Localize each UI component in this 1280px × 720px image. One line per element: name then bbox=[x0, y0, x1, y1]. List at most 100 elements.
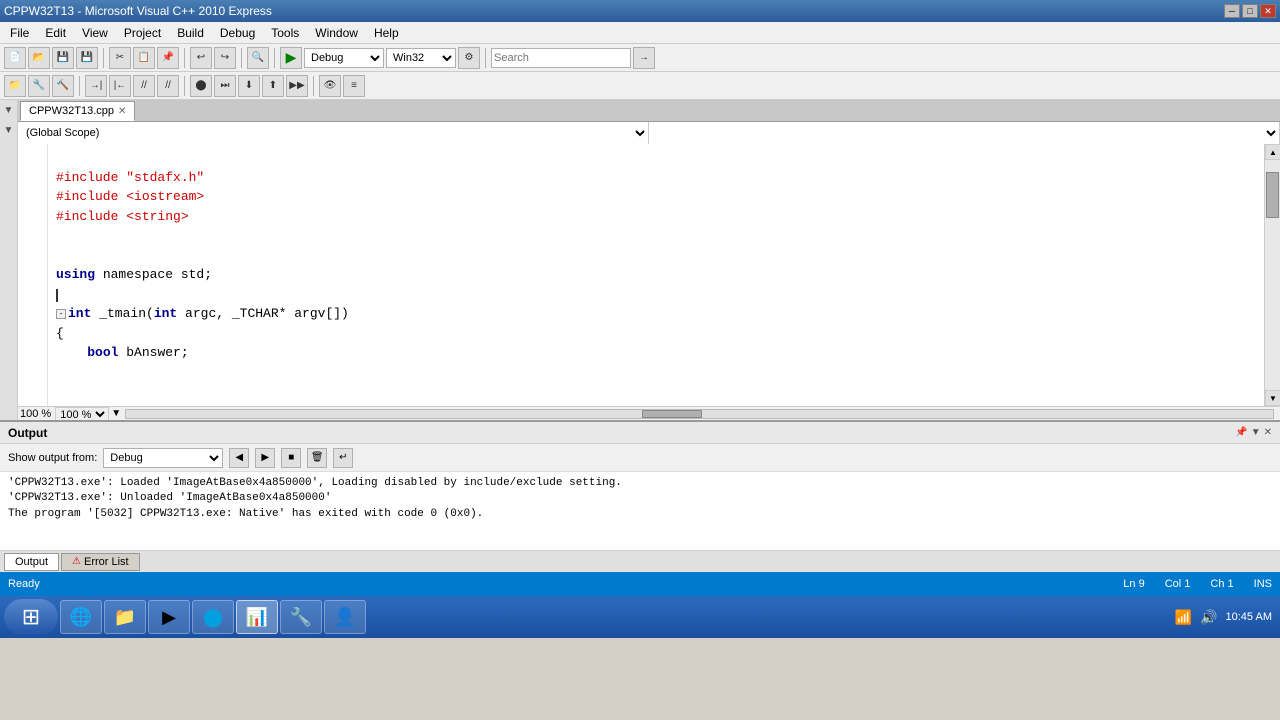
output-line-2: 'CPPW32T13.exe': Unloaded 'ImageAtBase0x… bbox=[8, 491, 1272, 506]
menu-build[interactable]: Build bbox=[169, 24, 212, 42]
collapse-button[interactable]: - bbox=[56, 309, 66, 319]
platform-select[interactable]: Win32 bbox=[386, 48, 456, 68]
editor-tab-main[interactable]: CPPW32T13.cpp ✕ bbox=[20, 101, 135, 121]
copy-button[interactable]: 📋 bbox=[133, 47, 155, 69]
taskbar-hp[interactable]: ⬤ bbox=[192, 600, 234, 634]
zoom-dropdown[interactable]: ▼ bbox=[111, 408, 121, 419]
output-clear-button[interactable]: 🗑 bbox=[307, 448, 327, 468]
powerpoint-icon: 📊 bbox=[245, 605, 269, 629]
taskbar-task2[interactable]: 🔧 bbox=[280, 600, 322, 634]
output-dropdown-button[interactable]: ▼ bbox=[1251, 427, 1261, 438]
class-view-icon[interactable]: ▼ bbox=[1, 122, 17, 138]
minimize-button[interactable]: ─ bbox=[1224, 4, 1240, 18]
output-next-button[interactable]: ▶ bbox=[255, 448, 275, 468]
output-stop-button[interactable]: ■ bbox=[281, 448, 301, 468]
redo-button[interactable]: ↪ bbox=[214, 47, 236, 69]
save-all-button[interactable]: 💾 bbox=[76, 47, 98, 69]
outdent-button[interactable]: |← bbox=[109, 75, 131, 97]
status-ln: Ln 9 bbox=[1123, 578, 1144, 590]
start-debug-button[interactable]: ▶ bbox=[280, 47, 302, 69]
output-wordwrap-button[interactable]: ↵ bbox=[333, 448, 353, 468]
taskbar-powerpoint[interactable]: 📊 bbox=[236, 600, 278, 634]
task2-icon: 🔧 bbox=[289, 605, 313, 629]
properties-button[interactable]: 🔧 bbox=[28, 75, 50, 97]
taskbar-explorer[interactable]: 📁 bbox=[104, 600, 146, 634]
save-button[interactable]: 💾 bbox=[52, 47, 74, 69]
scope-left-select[interactable]: (Global Scope) bbox=[18, 122, 649, 144]
hscroll-thumb[interactable] bbox=[642, 410, 702, 418]
undo-button[interactable]: ↩ bbox=[190, 47, 212, 69]
hscroll-track[interactable] bbox=[125, 409, 1274, 419]
status-bar: Ready Ln 9 Col 1 Ch 1 INS bbox=[0, 572, 1280, 596]
zoom-select[interactable]: 100 % bbox=[55, 407, 109, 421]
search-execute-button[interactable]: → bbox=[633, 47, 655, 69]
bottom-tab-errors[interactable]: ⚠ Error List bbox=[61, 553, 140, 571]
scope-bar: (Global Scope) bbox=[18, 122, 1280, 144]
output-close-button[interactable]: ✕ bbox=[1264, 427, 1272, 438]
line-num-9 bbox=[20, 304, 45, 324]
taskbar: ⊞ 🌐 📁 ▶ ⬤ 📊 🔧 👤 📶 🔊 10:45 AM bbox=[0, 596, 1280, 638]
line-num-4 bbox=[20, 207, 45, 227]
paste-button[interactable]: 📌 bbox=[157, 47, 179, 69]
step-out-button[interactable]: ⬆ bbox=[262, 75, 284, 97]
new-file-button[interactable]: 📄 bbox=[4, 47, 26, 69]
format-button[interactable]: ≡ bbox=[343, 75, 365, 97]
media-player-icon: ▶ bbox=[157, 605, 181, 629]
taskbar-mediaplayer[interactable]: ▶ bbox=[148, 600, 190, 634]
watch-button[interactable]: 👁 bbox=[319, 75, 341, 97]
menu-edit[interactable]: Edit bbox=[37, 24, 74, 42]
toolbox-button[interactable]: 🔨 bbox=[52, 75, 74, 97]
solution-explorer-button[interactable]: 📁 bbox=[4, 75, 26, 97]
scope-right-select[interactable] bbox=[649, 122, 1280, 144]
device-button[interactable]: ⚙ bbox=[458, 47, 480, 69]
menu-view[interactable]: View bbox=[74, 24, 116, 42]
taskbar-ie[interactable]: 🌐 bbox=[60, 600, 102, 634]
scroll-up-button[interactable]: ▲ bbox=[1265, 144, 1280, 160]
line-num-11 bbox=[20, 343, 45, 363]
menu-debug[interactable]: Debug bbox=[212, 24, 263, 42]
start-button[interactable]: ⊞ bbox=[4, 599, 58, 635]
find-button[interactable]: 🔍 bbox=[247, 47, 269, 69]
menu-window[interactable]: Window bbox=[307, 24, 366, 42]
cut-button[interactable]: ✂ bbox=[109, 47, 131, 69]
network-icon[interactable]: 📶 bbox=[1175, 609, 1192, 626]
vscroll-track[interactable] bbox=[1265, 160, 1280, 390]
output-controls: Show output from: Debug ◀ ▶ ■ 🗑 ↵ bbox=[0, 444, 1280, 472]
explorer-icon: 📁 bbox=[113, 605, 137, 629]
status-ch: Ch 1 bbox=[1210, 578, 1233, 590]
open-file-button[interactable]: 📂 bbox=[28, 47, 50, 69]
indent-button[interactable]: →| bbox=[85, 75, 107, 97]
output-pin-button[interactable]: 📌 bbox=[1235, 427, 1247, 438]
step-into-button[interactable]: ⬇ bbox=[238, 75, 260, 97]
continue-button[interactable]: ▶▶ bbox=[286, 75, 308, 97]
comment-button[interactable]: // bbox=[133, 75, 155, 97]
status-col: Col 1 bbox=[1165, 578, 1191, 590]
search-input[interactable] bbox=[491, 48, 631, 68]
menu-tools[interactable]: Tools bbox=[263, 24, 307, 42]
vscroll-thumb[interactable] bbox=[1266, 172, 1279, 218]
solution-explorer-icon[interactable]: ▼ bbox=[1, 102, 17, 118]
output-source-select[interactable]: Debug bbox=[103, 448, 223, 468]
maximize-button[interactable]: □ bbox=[1242, 4, 1258, 18]
output-prev-button[interactable]: ◀ bbox=[229, 448, 249, 468]
title-bar: CPPW32T13 - Microsoft Visual C++ 2010 Ex… bbox=[0, 0, 1280, 22]
configuration-select[interactable]: Debug bbox=[304, 48, 384, 68]
separator3 bbox=[241, 48, 242, 68]
close-button[interactable]: ✕ bbox=[1260, 4, 1276, 18]
bottom-tab-output-label: Output bbox=[15, 556, 48, 568]
bottom-tab-output[interactable]: Output bbox=[4, 553, 59, 571]
step-over-button[interactable]: ⏭ bbox=[214, 75, 236, 97]
line-num-2 bbox=[20, 168, 45, 188]
menu-file[interactable]: File bbox=[2, 24, 37, 42]
line-num-1 bbox=[20, 148, 45, 168]
breakpoint-button[interactable]: ⬤ bbox=[190, 75, 212, 97]
tab-close-button[interactable]: ✕ bbox=[118, 106, 126, 117]
scroll-down-button[interactable]: ▼ bbox=[1265, 390, 1280, 406]
volume-icon[interactable]: 🔊 bbox=[1200, 609, 1217, 626]
menu-help[interactable]: Help bbox=[366, 24, 407, 42]
code-content[interactable]: #include "stdafx.h" #include <iostream> … bbox=[48, 144, 1264, 406]
uncomment-button[interactable]: // bbox=[157, 75, 179, 97]
menu-project[interactable]: Project bbox=[116, 24, 169, 42]
taskbar-user[interactable]: 👤 bbox=[324, 600, 366, 634]
hp-icon: ⬤ bbox=[201, 605, 225, 629]
